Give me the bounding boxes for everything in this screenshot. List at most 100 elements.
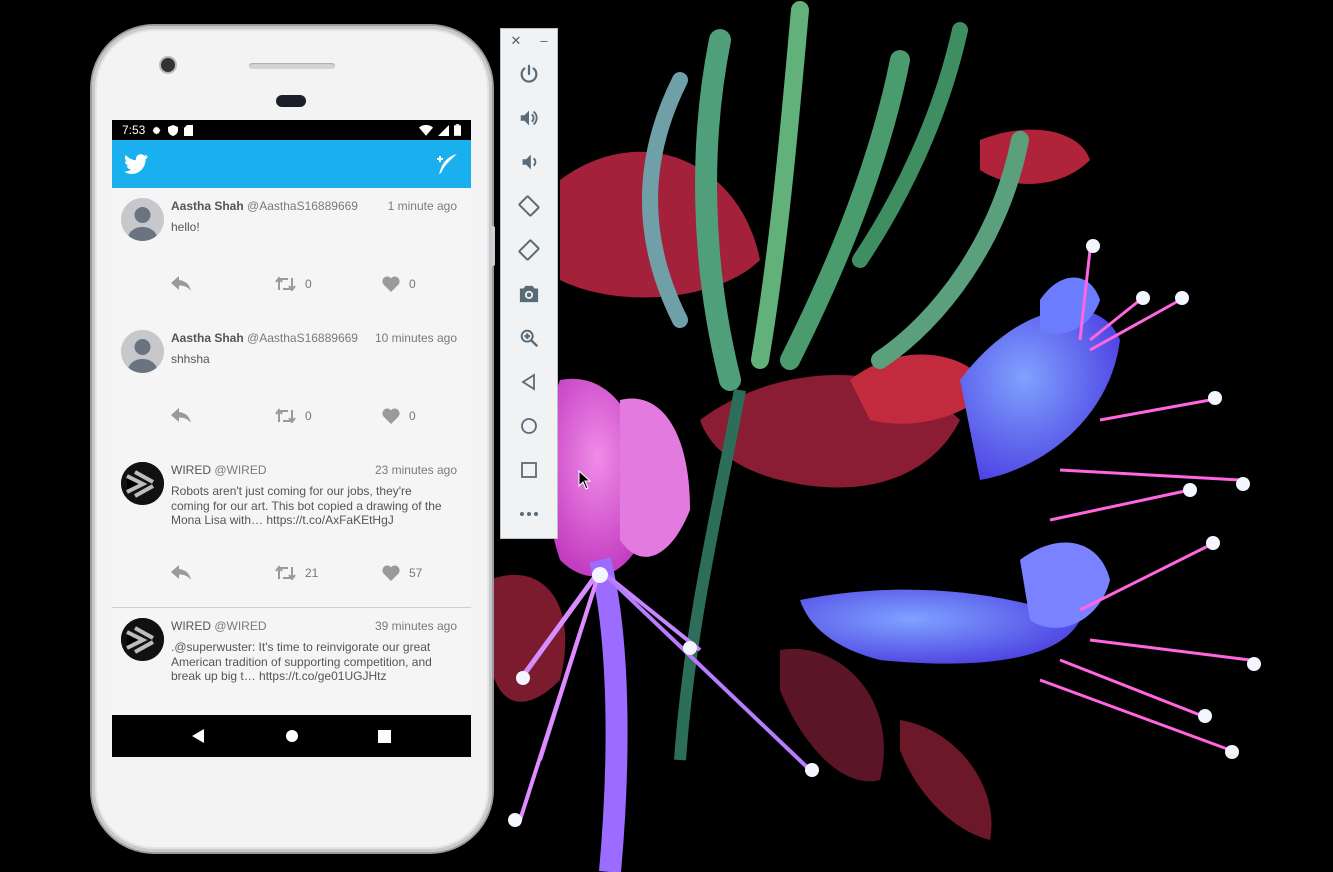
overview-button[interactable]	[501, 452, 557, 488]
compose-tweet-icon[interactable]	[437, 154, 459, 174]
nav-home-icon[interactable]	[285, 729, 299, 743]
tweet-handle: @AasthaS16889669	[247, 199, 358, 213]
tweet-time: 1 minute ago	[387, 199, 457, 213]
close-icon[interactable]: ✕	[510, 33, 521, 51]
nav-overview-icon[interactable]	[378, 729, 392, 743]
like-count: 0	[409, 277, 416, 291]
app-bar	[112, 140, 471, 188]
minimize-icon[interactable]: –	[540, 33, 547, 51]
tweet-text[interactable]: Robots aren't just coming for our jobs, …	[171, 484, 451, 528]
wifi-icon	[419, 124, 433, 136]
tweet-timeline[interactable]: Aastha Shah @AasthaS16889669 1 minute ag…	[112, 188, 471, 715]
heart-icon	[382, 408, 400, 424]
power-icon	[520, 64, 538, 83]
more-icon	[520, 512, 538, 516]
home-icon	[521, 418, 537, 434]
tweet-text[interactable]: .@superwuster: It's time to reinvigorate…	[171, 640, 451, 684]
volume-up-icon	[520, 110, 538, 126]
tweet-item[interactable]: Aastha Shah @AasthaS16889669 1 minute ag…	[112, 188, 471, 320]
side-button	[491, 226, 495, 266]
sd-card-icon	[184, 124, 194, 136]
toolbar-window-controls: ✕ –	[501, 29, 557, 51]
tweet-time: 10 minutes ago	[374, 331, 457, 345]
reply-button[interactable]	[171, 276, 191, 292]
volume-up-button[interactable]	[501, 100, 557, 136]
like-button[interactable]: 0	[382, 408, 416, 424]
volume-down-button[interactable]	[501, 144, 557, 180]
retweet-button[interactable]: 0	[275, 408, 312, 424]
phone-device: 7:53 Aastha Shah @AasthaS16889669 1 minu…	[92, 26, 495, 852]
tweet-meta: WIRED @WIRED 39 minutes ago	[171, 619, 457, 633]
home-button[interactable]	[501, 408, 557, 444]
default-avatar-icon[interactable]	[121, 330, 164, 373]
volume-down-icon	[522, 154, 537, 170]
twitter-bird-icon[interactable]	[124, 154, 148, 174]
tweet-author[interactable]: Aastha Shah	[171, 331, 244, 345]
reply-button[interactable]	[171, 408, 191, 424]
tweet-text: hello!	[171, 220, 200, 234]
tweet-meta: Aastha Shah @AasthaS16889669 1 minute ag…	[171, 199, 457, 213]
zoom-icon	[520, 329, 539, 348]
earpiece-speaker	[249, 63, 335, 69]
emulator-toolbar: ✕ –	[500, 28, 558, 539]
proximity-sensor	[276, 95, 306, 107]
battery-icon	[454, 124, 461, 136]
heart-icon	[382, 276, 400, 292]
reply-icon	[171, 276, 191, 291]
tweet-meta: WIRED @WIRED 23 minutes ago	[171, 463, 457, 477]
zoom-button[interactable]	[501, 320, 557, 356]
default-avatar-icon[interactable]	[121, 198, 164, 241]
wired-logo-icon[interactable]	[121, 618, 164, 661]
tweet-time: 39 minutes ago	[374, 619, 457, 633]
retweet-count: 21	[305, 566, 319, 580]
back-button[interactable]	[501, 364, 557, 400]
tweet-author[interactable]: WIRED	[171, 463, 211, 477]
tweet-item[interactable]: WIRED @WIRED 39 minutes ago .@superwuste…	[112, 608, 471, 715]
overview-icon	[521, 462, 537, 478]
like-button[interactable]: 0	[382, 276, 416, 292]
wired-logo-icon[interactable]	[121, 462, 164, 505]
tweet-time: 23 minutes ago	[374, 463, 457, 477]
retweet-count: 0	[305, 409, 312, 423]
tweet-text: shhsha	[171, 352, 210, 366]
signal-icon	[438, 124, 449, 136]
reply-icon	[171, 565, 191, 580]
retweet-button[interactable]: 0	[275, 276, 312, 292]
shield-icon	[168, 124, 179, 136]
camera-icon	[519, 285, 539, 303]
back-icon	[521, 373, 535, 391]
reply-icon	[171, 408, 191, 423]
tweet-handle: @WIRED	[214, 463, 267, 477]
status-time: 7:53	[122, 123, 146, 137]
tweet-author[interactable]: WIRED	[171, 619, 211, 633]
like-count: 0	[409, 409, 416, 423]
rotate-right-icon	[518, 239, 540, 261]
rotate-left-button[interactable]	[501, 188, 557, 224]
tweet-meta: Aastha Shah @AasthaS16889669 10 minutes …	[171, 331, 457, 345]
retweet-button[interactable]: 21	[275, 565, 318, 581]
tweet-handle: @AasthaS16889669	[247, 331, 358, 345]
more-button[interactable]	[501, 496, 557, 532]
tweet-item[interactable]: WIRED @WIRED 23 minutes ago Robots aren'…	[112, 452, 471, 608]
tweet-handle: @WIRED	[214, 619, 267, 633]
nav-back-icon[interactable]	[191, 729, 206, 743]
heart-icon	[382, 565, 400, 581]
reply-button[interactable]	[171, 565, 191, 581]
rotate-right-button[interactable]	[501, 232, 557, 268]
android-nav-bar	[112, 715, 471, 757]
retweet-count: 0	[305, 277, 312, 291]
retweet-icon	[275, 565, 296, 581]
tweet-item[interactable]: Aastha Shah @AasthaS16889669 10 minutes …	[112, 320, 471, 452]
like-button[interactable]: 57	[382, 565, 422, 581]
settings-icon	[152, 125, 161, 135]
mouse-cursor-icon	[578, 470, 592, 490]
phone-screen: 7:53 Aastha Shah @AasthaS16889669 1 minu…	[112, 120, 471, 757]
power-button[interactable]	[501, 56, 557, 92]
retweet-icon	[275, 408, 296, 424]
rotate-left-icon	[518, 195, 540, 217]
tweet-author[interactable]: Aastha Shah	[171, 199, 244, 213]
front-camera	[161, 58, 175, 72]
status-bar: 7:53	[112, 120, 471, 140]
like-count: 57	[409, 566, 423, 580]
screenshot-button[interactable]	[501, 276, 557, 312]
